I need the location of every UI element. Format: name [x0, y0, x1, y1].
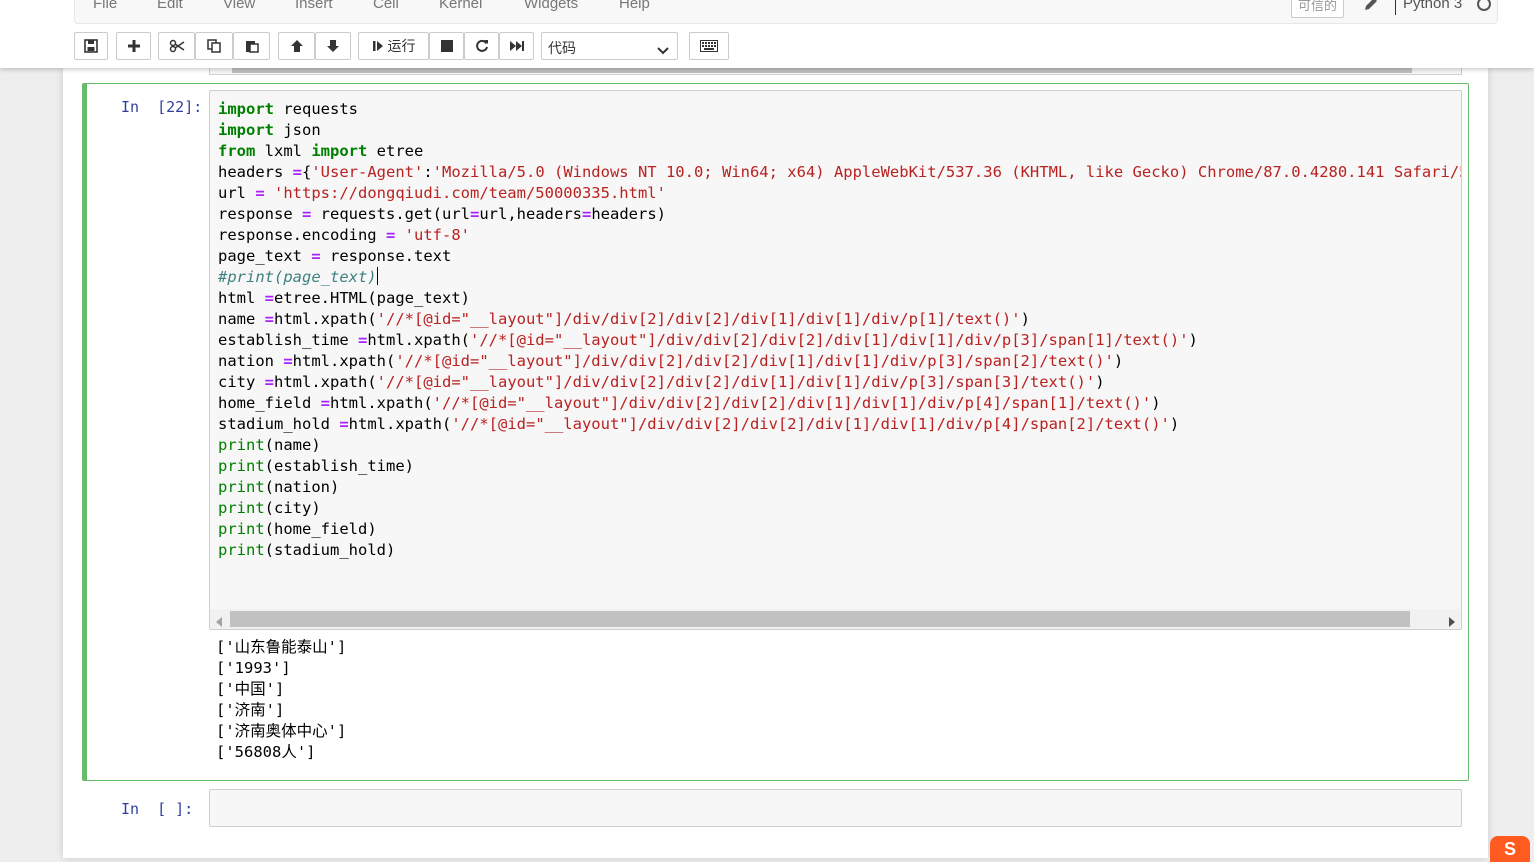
fast-forward-icon	[509, 40, 525, 52]
menubar: File Edit View Insert Cell Kernel Widget…	[74, 0, 1498, 24]
restart-kernel-button[interactable]	[464, 32, 499, 60]
input-prompt: In [22]:	[121, 98, 203, 116]
save-button[interactable]	[74, 32, 108, 60]
code-editor[interactable]: import requests import json from lxml im…	[209, 90, 1462, 630]
kernel-idle-indicator-icon	[1477, 0, 1491, 11]
chevron-down-icon	[657, 42, 669, 60]
paste-icon	[245, 39, 259, 53]
menu-view[interactable]: View	[223, 0, 255, 12]
scroll-right-arrow-icon[interactable]	[1449, 614, 1455, 629]
run-cell-button[interactable]: 运行	[358, 32, 429, 60]
kernel-name[interactable]: Python 3	[1403, 0, 1462, 12]
menu-help[interactable]: Help	[619, 0, 650, 12]
trusted-notebook-indicator[interactable]: 可信的	[1291, 0, 1345, 18]
plus-icon	[127, 39, 141, 53]
stop-icon	[440, 40, 453, 52]
previous-cell-bottom	[209, 68, 1462, 75]
kernel-separator	[1395, 0, 1396, 15]
paste-cell-button[interactable]	[233, 32, 270, 60]
menu-insert[interactable]: Insert	[295, 0, 333, 12]
command-palette-button[interactable]	[689, 32, 729, 60]
pencil-icon[interactable]	[1362, 0, 1380, 13]
save-icon	[84, 39, 98, 53]
cell-type-select[interactable]: 代码	[541, 32, 678, 60]
move-cell-up-button[interactable]	[278, 32, 315, 60]
notebook-header: File Edit View Insert Cell Kernel Widget…	[0, 0, 1534, 68]
run-button-label: 运行	[387, 39, 416, 55]
menu-kernel[interactable]: Kernel	[439, 0, 482, 12]
input-prompt-empty: In [ ]:	[121, 800, 194, 818]
step-forward-icon	[372, 39, 384, 53]
restart-run-all-button[interactable]	[499, 32, 534, 60]
insert-cell-button[interactable]	[116, 32, 151, 60]
code-text[interactable]: import requests import json from lxml im…	[218, 99, 1461, 561]
interrupt-kernel-button[interactable]	[429, 32, 464, 60]
empty-code-editor[interactable]	[209, 789, 1462, 827]
scrollbar-thumb[interactable]	[230, 611, 1410, 627]
notebook-container: In [22]: import requests import json fro…	[63, 68, 1488, 858]
menu-widgets[interactable]: Widgets	[524, 0, 578, 12]
cell-type-value: 代码	[548, 41, 576, 57]
arrow-up-icon	[290, 39, 304, 53]
cut-icon	[169, 39, 185, 53]
menu-edit[interactable]: Edit	[157, 0, 183, 12]
copy-icon	[207, 39, 221, 53]
ime-logo-icon[interactable]: S	[1490, 836, 1530, 862]
copy-cell-button[interactable]	[195, 32, 233, 60]
menu-cell[interactable]: Cell	[373, 0, 399, 12]
code-cell-selected[interactable]: In [22]: import requests import json fro…	[82, 83, 1469, 781]
cut-cell-button[interactable]	[158, 32, 195, 60]
restart-icon	[475, 39, 489, 53]
horizontal-scrollbar[interactable]	[232, 68, 1412, 73]
move-cell-down-button[interactable]	[315, 32, 351, 60]
horizontal-scrollbar[interactable]	[210, 609, 1461, 629]
scroll-left-arrow-icon[interactable]	[216, 614, 222, 629]
arrow-down-icon	[326, 39, 340, 53]
cell-output: ['山东鲁能泰山'] ['1993'] ['中国'] ['济南'] ['济南奥体…	[216, 638, 347, 761]
menu-file[interactable]: File	[93, 0, 117, 12]
keyboard-icon	[700, 40, 718, 52]
